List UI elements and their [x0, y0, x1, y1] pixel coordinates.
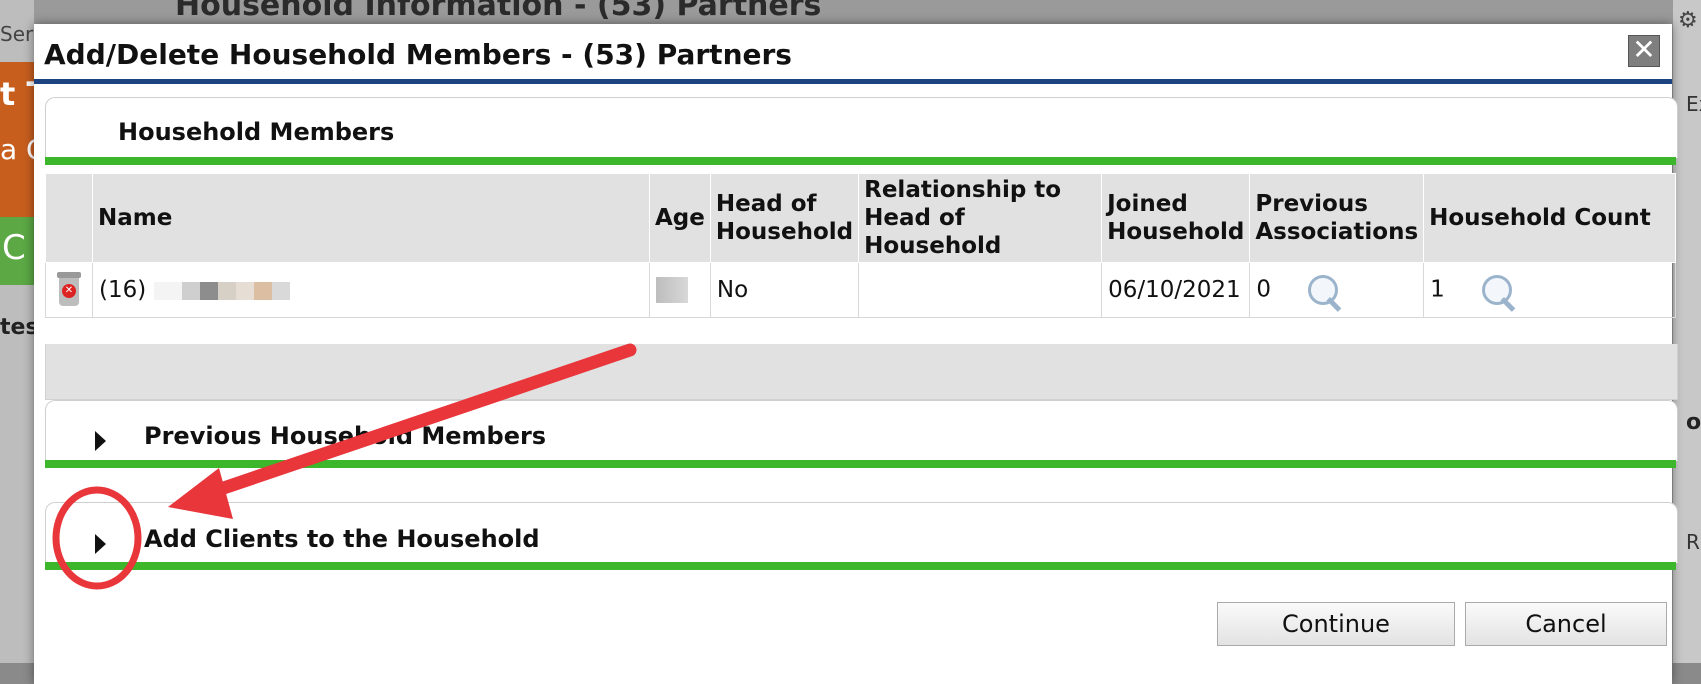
magnifier-icon[interactable] [1482, 275, 1513, 305]
section-household-members: Household Members [45, 97, 1678, 158]
household-count-value: 1 [1430, 276, 1445, 303]
redacted-name [253, 281, 272, 300]
column-header-age: Age [649, 173, 711, 263]
background-page-title: Household Information - (53) Partners [175, 0, 822, 23]
dialog-header: Add/Delete Household Members - (53) Part… [34, 24, 1672, 84]
continue-button[interactable]: Continue [1217, 602, 1455, 646]
head-of-household-cell: No [709, 262, 860, 318]
section-title[interactable]: Previous Household Members [144, 422, 546, 450]
redacted-age [656, 277, 688, 304]
delete-cell: ✕ [45, 262, 93, 318]
age-cell [649, 262, 711, 318]
redacted-name [181, 281, 200, 300]
household-count-cell: 1 [1423, 262, 1676, 318]
column-header-head-of-household: Head of Household [709, 173, 860, 263]
gear-icon: ⚙ [1678, 8, 1698, 33]
column-header-previous-associations: Previous Associations [1249, 173, 1425, 263]
redacted-name [235, 281, 254, 300]
previous-associations-value: 0 [1256, 276, 1272, 303]
magnifier-icon[interactable] [1308, 275, 1339, 305]
redacted-name [217, 281, 236, 300]
close-icon[interactable]: ✕ [1628, 35, 1660, 67]
previous-associations-cell: 0 [1249, 262, 1425, 318]
household-members-dialog: Add/Delete Household Members - (53) Part… [34, 24, 1678, 684]
section-previous-household-members[interactable]: Previous Household Members [45, 400, 1678, 461]
member-name-cell: (16) [92, 262, 650, 318]
redacted-name [271, 281, 290, 300]
cancel-button[interactable]: Cancel [1465, 602, 1667, 646]
redacted-name [153, 281, 182, 300]
table-header-row: Name Age Head of Household Relationship … [45, 173, 1676, 263]
table-footer-area [45, 344, 1678, 400]
section-title: Household Members [118, 118, 395, 146]
column-header-joined-household: Joined Household [1101, 173, 1251, 263]
section-add-clients[interactable]: Add Clients to the Household [45, 502, 1678, 563]
background-text: tes [0, 315, 39, 340]
household-members-table: Name Age Head of Household Relationship … [45, 173, 1676, 318]
section-divider [45, 562, 1676, 570]
column-header-household-count: Household Count [1423, 173, 1676, 263]
table-row: ✕ (16) No 06/10/2021 0 1 [45, 262, 1676, 318]
background-text: Ex [1686, 92, 1701, 116]
column-header-actions [45, 173, 93, 263]
background-text: C [2, 228, 26, 268]
section-title[interactable]: Add Clients to the Household [144, 525, 540, 553]
column-header-relationship: Relationship to Head of Household [858, 173, 1103, 263]
trash-icon[interactable]: ✕ [56, 272, 82, 308]
redacted-name [199, 281, 218, 300]
section-divider [45, 460, 1676, 468]
background-text: R [1686, 530, 1700, 554]
triangle-right-icon[interactable] [95, 431, 106, 451]
joined-household-cell: 06/10/2021 [1101, 262, 1251, 318]
section-divider [45, 157, 1676, 165]
member-name-prefix: (16) [99, 277, 147, 303]
relationship-cell [858, 262, 1103, 318]
column-header-name: Name [92, 173, 650, 263]
dialog-title: Add/Delete Household Members - (53) Part… [44, 38, 792, 71]
background-text: ou [1686, 410, 1701, 435]
triangle-right-icon[interactable] [95, 534, 106, 554]
